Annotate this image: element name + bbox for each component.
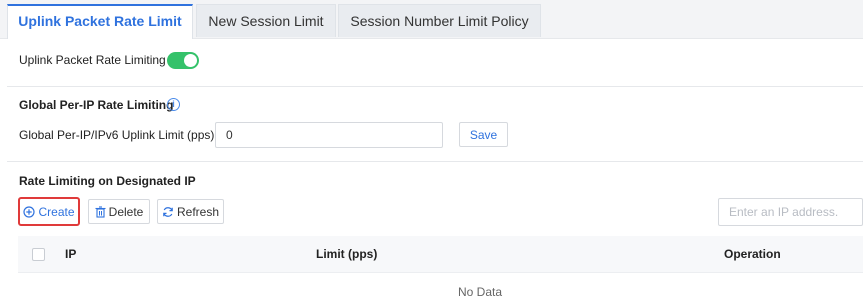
tab-uplink-packet-rate-limit[interactable]: Uplink Packet Rate Limit	[7, 4, 193, 39]
select-all-checkbox[interactable]	[32, 248, 45, 261]
designated-section-title: Rate Limiting on Designated IP	[19, 174, 196, 188]
plus-circle-icon	[23, 205, 36, 218]
uplink-toggle-label: Uplink Packet Rate Limiting	[19, 53, 166, 67]
column-header-limit[interactable]: Limit (pps)	[316, 236, 377, 272]
create-button-label: Create	[38, 204, 75, 219]
global-limit-input[interactable]	[215, 122, 443, 148]
tab-session-number-limit-policy[interactable]: Session Number Limit Policy	[338, 4, 541, 37]
divider	[18, 272, 863, 273]
global-limit-label: Global Per-IP/IPv6 Uplink Limit (pps)	[19, 128, 215, 142]
empty-table-message: No Data	[457, 285, 503, 299]
uplink-rate-limit-toggle[interactable]	[167, 52, 199, 69]
divider	[7, 161, 863, 162]
refresh-button[interactable]: Refresh	[157, 199, 224, 224]
save-button-label: Save	[469, 127, 498, 142]
column-header-operation: Operation	[724, 247, 781, 261]
tab-new-session-limit[interactable]: New Session Limit	[196, 4, 336, 37]
toggle-knob	[184, 54, 197, 67]
divider	[7, 86, 863, 87]
ip-search-input[interactable]	[718, 198, 863, 226]
global-section-title: Global Per-IP Rate Limiting	[19, 98, 174, 112]
delete-button[interactable]: Delete	[88, 199, 150, 224]
column-header-ip[interactable]: IP	[65, 236, 76, 272]
info-icon[interactable]: i	[167, 98, 180, 111]
table-header: IP Limit (pps) Operation	[18, 236, 863, 272]
refresh-icon	[163, 206, 173, 217]
create-button[interactable]: Create	[18, 197, 80, 226]
tab-bar: Uplink Packet Rate Limit New Session Lim…	[0, 0, 863, 39]
trash-icon	[95, 205, 106, 218]
refresh-button-label: Refresh	[176, 204, 220, 219]
save-button[interactable]: Save	[459, 122, 508, 147]
delete-button-label: Delete	[108, 204, 144, 219]
